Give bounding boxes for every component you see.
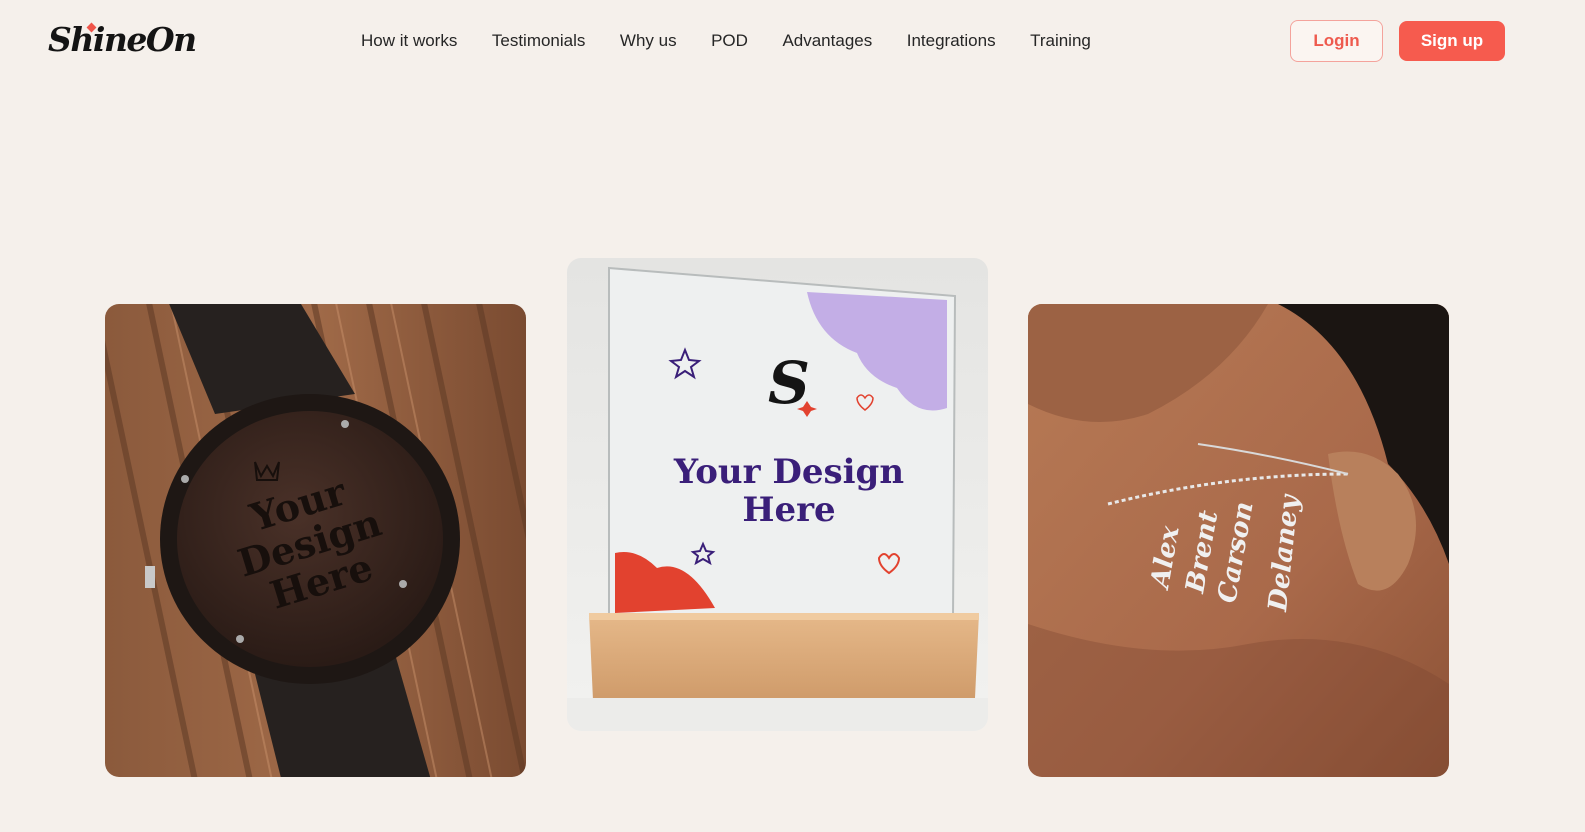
- acrylic-design-line2: Here: [742, 490, 835, 530]
- product-image-acrylic-plaque[interactable]: S Your Design Here: [567, 258, 988, 731]
- watch-illustration: Your Design Here: [105, 304, 526, 777]
- product-image-engraved-watch[interactable]: Your Design Here: [105, 304, 526, 777]
- nav-advantages[interactable]: Advantages: [782, 28, 872, 54]
- nav-testimonials[interactable]: Testimonials: [492, 28, 586, 54]
- acrylic-design-line1: Your Design: [673, 452, 904, 492]
- nav-why-us[interactable]: Why us: [620, 28, 677, 54]
- product-image-name-necklace[interactable]: Alex Brent Carson Delaney: [1028, 304, 1449, 777]
- main-nav: How it works Testimonials Why us POD Adv…: [361, 28, 1125, 54]
- logo-text: ShineOn: [48, 20, 197, 59]
- site-header: ShineOn How it works Testimonials Why us…: [0, 0, 1585, 82]
- shineon-logo[interactable]: ShineOn: [48, 18, 197, 62]
- necklace-illustration: Alex Brent Carson Delaney: [1028, 304, 1449, 777]
- nav-integrations[interactable]: Integrations: [907, 28, 996, 54]
- signup-button[interactable]: Sign up: [1399, 21, 1505, 61]
- nav-pod[interactable]: POD: [711, 28, 748, 54]
- acrylic-plaque-illustration: S Your Design Here: [567, 258, 988, 731]
- nav-how-it-works[interactable]: How it works: [361, 28, 457, 54]
- nav-training[interactable]: Training: [1030, 28, 1091, 54]
- login-button[interactable]: Login: [1290, 20, 1383, 62]
